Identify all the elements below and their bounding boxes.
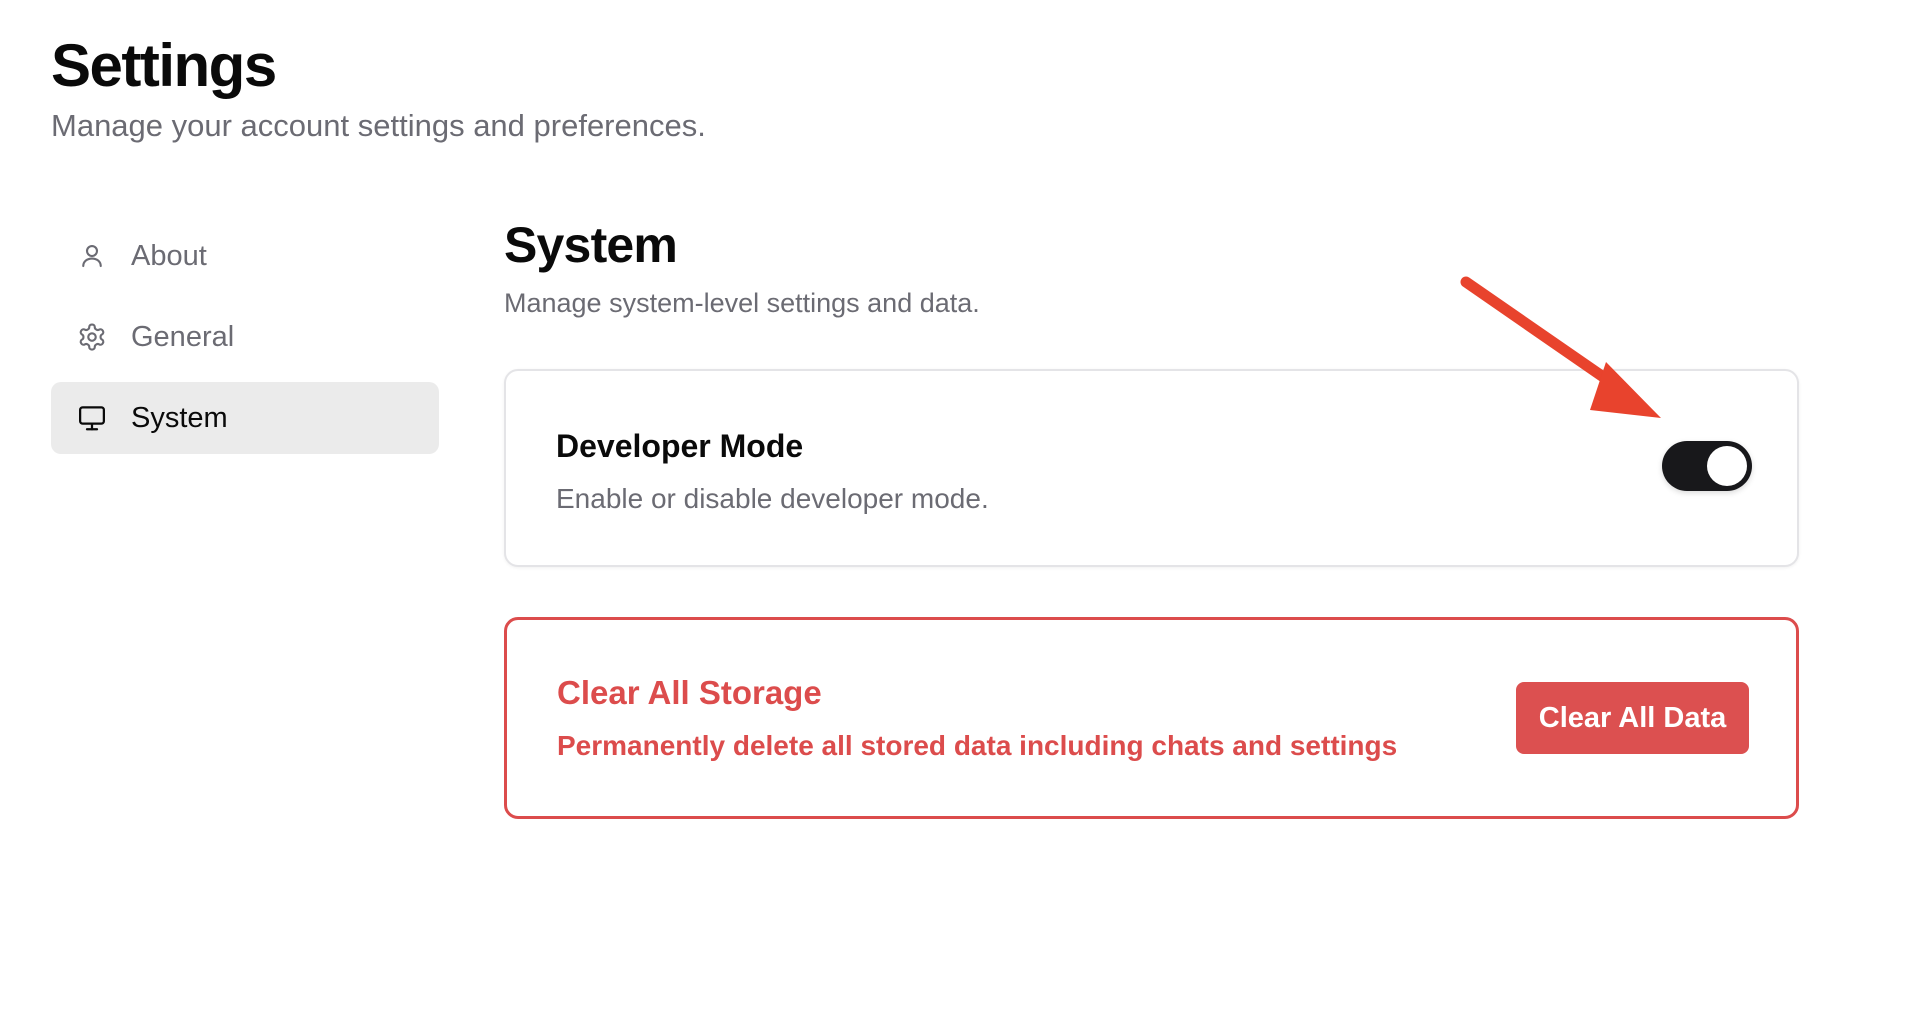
page-subtitle: Manage your account settings and prefere… <box>51 108 706 143</box>
toggle-knob <box>1707 446 1747 486</box>
clear-storage-card: Clear All Storage Permanently delete all… <box>504 617 1799 819</box>
sidebar-item-system[interactable]: System <box>51 382 439 454</box>
clear-storage-description: Permanently delete all stored data inclu… <box>557 730 1398 761</box>
gear-icon <box>77 322 107 352</box>
sidebar-item-label: About <box>131 240 207 272</box>
settings-sidebar: About General System <box>51 220 439 463</box>
developer-mode-toggle[interactable] <box>1662 441 1752 491</box>
sidebar-item-label: System <box>131 402 228 434</box>
section-subtitle: Manage system-level settings and data. <box>504 288 980 318</box>
sidebar-item-about[interactable]: About <box>51 220 439 292</box>
monitor-icon <box>77 403 107 433</box>
clear-all-data-button[interactable]: Clear All Data <box>1516 682 1749 754</box>
user-icon <box>77 241 107 271</box>
page-title: Settings <box>51 32 277 99</box>
developer-mode-title: Developer Mode <box>556 428 804 464</box>
settings-page: Settings Manage your account settings an… <box>0 0 1926 1018</box>
developer-mode-card: Developer Mode Enable or disable develop… <box>504 369 1799 567</box>
sidebar-item-label: General <box>131 321 235 353</box>
clear-storage-title: Clear All Storage <box>557 674 822 711</box>
developer-mode-description: Enable or disable developer mode. <box>556 483 989 514</box>
section-title: System <box>504 217 678 273</box>
sidebar-item-general[interactable]: General <box>51 301 439 373</box>
system-section-header: System Manage system-level settings and … <box>504 215 1799 320</box>
